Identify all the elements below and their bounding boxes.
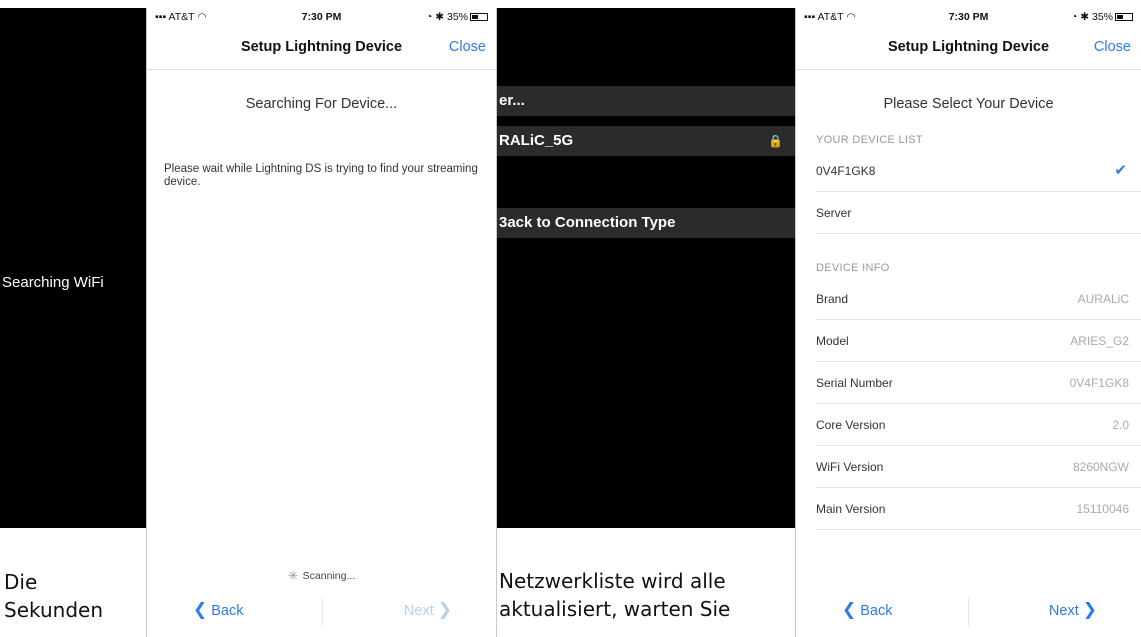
device-list-item[interactable]: Server <box>816 192 1141 234</box>
bottom-nav: ❮ Back Next ❯ <box>147 588 496 636</box>
page-heading: Please Select Your Device <box>883 96 1054 112</box>
chevron-right-icon: ❯ <box>1082 600 1097 619</box>
chevron-left-icon: ❮ <box>842 600 857 619</box>
instruction-text: Please wait while Lightning DS is trying… <box>164 163 478 188</box>
status-bar: ▪▪▪ AT&T ◠ 7:30 PM ◔ ✱ 35% <box>147 8 496 28</box>
info-row-main-version: Main Version 15110046 <box>816 488 1141 530</box>
phone-screen-searching: ▪▪▪ AT&T ◠ 7:30 PM ◔ ✱ 35% Setup Lightni… <box>146 8 497 637</box>
info-row-model: Model ARIES_G2 <box>816 320 1141 362</box>
battery-indicator: ◔ ✱ 35% <box>426 11 488 23</box>
background-screen-left: Searching WiFi <box>0 8 146 528</box>
nav-bar: Setup Lightning Device Close <box>147 28 496 70</box>
info-row-serial-number: Serial Number 0V4F1GK8 <box>816 362 1141 404</box>
chevron-right-icon: ❯ <box>437 600 452 619</box>
page-heading: Searching For Device... <box>245 96 398 112</box>
wifi-list-row[interactable]: er... <box>497 86 795 116</box>
bottom-nav: ❮ Back Next ❯ <box>796 588 1141 636</box>
back-button[interactable]: ❮ Back <box>189 600 244 620</box>
caption-left: Die Sekunden <box>4 570 103 622</box>
battery-icon <box>1115 13 1133 22</box>
battery-indicator: ◔ ✱ 35% <box>1071 11 1133 23</box>
divider <box>968 598 969 626</box>
lock-icon: 🔒 <box>768 134 783 148</box>
next-button[interactable]: Next ❯ <box>1049 600 1101 620</box>
searching-wifi-text: Searching WiFi <box>2 274 104 291</box>
nav-title: Setup Lightning Device <box>240 39 403 55</box>
device-list: 0V4F1GK8 ✔ Server <box>816 150 1141 234</box>
device-info-section-label: DEVICE INFO <box>816 262 890 274</box>
scanning-status: ✳ Scanning... <box>287 568 356 583</box>
next-button[interactable]: Next ❯ <box>404 600 456 620</box>
nav-bar: Setup Lightning Device Close <box>796 28 1141 70</box>
back-to-connection-type-button[interactable]: 3ack to Connection Type <box>497 208 795 238</box>
checkmark-icon: ✔ <box>1114 162 1127 179</box>
back-button[interactable]: ❮ Back <box>838 600 893 620</box>
divider <box>322 598 323 626</box>
info-row-brand: Brand AURALiC <box>816 278 1141 320</box>
background-screen-wifi-list: er... RALiC_5G 🔒 3ack to Connection Type <box>497 8 795 528</box>
phone-screen-select-device: ▪▪▪ AT&T ◠ 7:30 PM ◔ ✱ 35% Setup Lightni… <box>795 8 1141 637</box>
info-row-wifi-version: WiFi Version 8260NGW <box>816 446 1141 488</box>
spinner-icon: ✳ <box>287 568 299 583</box>
device-info-list: Brand AURALiC Model ARIES_G2 Serial Numb… <box>816 278 1141 530</box>
battery-icon <box>470 13 488 22</box>
chevron-left-icon: ❮ <box>193 600 208 619</box>
wifi-network-row[interactable]: RALiC_5G 🔒 <box>497 126 795 156</box>
status-bar: ▪▪▪ AT&T ◠ 7:30 PM ◔ ✱ 35% <box>796 8 1141 28</box>
caption-middle: Netzwerkliste wird alle aktualisiert, wa… <box>499 569 731 621</box>
info-row-core-version: Core Version 2.0 <box>816 404 1141 446</box>
device-list-section-label: YOUR DEVICE LIST <box>816 134 923 146</box>
device-list-item[interactable]: 0V4F1GK8 ✔ <box>816 150 1141 192</box>
close-button[interactable]: Close <box>449 39 486 55</box>
close-button[interactable]: Close <box>1094 39 1131 55</box>
nav-title: Setup Lightning Device <box>887 39 1050 55</box>
